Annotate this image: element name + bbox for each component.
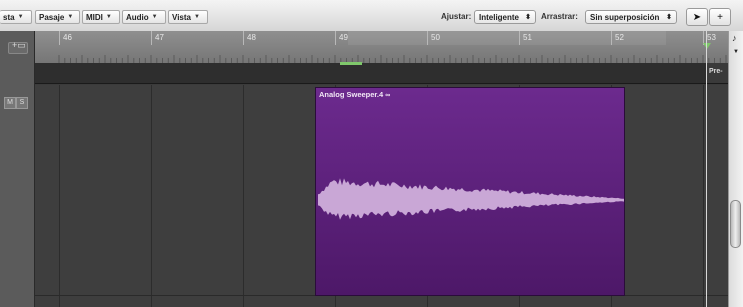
drag-value: Sin superposición	[590, 12, 660, 22]
updown-icon: ⬍	[525, 14, 531, 21]
pointer-tool-button[interactable]: ➤	[686, 8, 708, 26]
chevron-down-icon: ▼	[17, 14, 24, 20]
menu-view-label: Vista	[172, 12, 191, 22]
track-header-strip: +▭ M S	[0, 31, 35, 307]
menu-edit-label: sta	[3, 12, 15, 22]
menu-region[interactable]: Pasaje ▼	[35, 10, 80, 24]
menu-audio-label: Audio	[126, 12, 149, 22]
chevron-down-icon[interactable]: ▼	[733, 49, 739, 55]
drag-label: Arrastrar:	[541, 12, 578, 21]
add-track-button[interactable]: +▭	[8, 40, 28, 54]
snap-label: Ajustar:	[441, 12, 472, 21]
vertical-scrollbar[interactable]: ♪ ▼	[728, 31, 743, 307]
chevron-down-icon: ▼	[151, 14, 158, 20]
updown-icon: ⬍	[666, 14, 672, 21]
snap-select[interactable]: Inteligente ⬍	[474, 10, 536, 24]
scrollbar-thumb[interactable]	[730, 200, 741, 248]
bar-number: 49	[339, 33, 348, 42]
bar-number: 47	[155, 33, 164, 42]
marker-lane[interactable]	[35, 62, 728, 84]
mute-button[interactable]: M	[4, 97, 16, 109]
pointer-icon: ➤	[692, 11, 702, 23]
bar-ruler[interactable]: 46 47 48 49 50 51 52 53	[35, 31, 728, 63]
audio-region[interactable]: Analog Sweeper.4 ∞	[315, 87, 625, 296]
bar-number: 51	[523, 33, 532, 42]
plus-icon: +	[717, 11, 723, 23]
snap-value: Inteligente	[479, 12, 520, 22]
drag-select[interactable]: Sin superposición ⬍	[585, 10, 677, 24]
waveform	[318, 178, 624, 220]
menu-region-label: Pasaje	[39, 12, 65, 22]
loop-icon: ∞	[385, 92, 391, 99]
chevron-down-icon: ▼	[105, 14, 112, 20]
menu-audio[interactable]: Audio ▼	[122, 10, 166, 24]
cycle-locator[interactable]	[340, 62, 362, 65]
chevron-down-icon: ▼	[193, 14, 200, 20]
bar-number: 46	[63, 33, 72, 42]
playhead-marker-icon[interactable]	[703, 43, 711, 49]
menu-midi-label: MIDI	[86, 12, 103, 22]
menu-midi[interactable]: MIDI ▼	[82, 10, 120, 24]
note-icon: ♪	[732, 33, 737, 43]
menu-edit[interactable]: sta ▼	[0, 10, 32, 24]
ruler-ticks	[58, 55, 727, 63]
add-track-icon: +▭	[12, 40, 26, 50]
region-name: Analog Sweeper.4	[319, 90, 384, 99]
bar-number: 50	[431, 33, 440, 42]
pre-label-box: Pre-	[706, 63, 728, 83]
chevron-down-icon: ▼	[67, 14, 74, 20]
pencil-tool-button[interactable]: +	[709, 8, 731, 26]
toolbar: sta ▼ Pasaje ▼ MIDI ▼ Audio ▼ Vista ▼ Aj…	[0, 0, 743, 32]
menu-view[interactable]: Vista ▼	[168, 10, 208, 24]
pre-label: Pre-	[709, 68, 723, 75]
solo-button[interactable]: S	[16, 97, 28, 109]
playhead[interactable]	[706, 31, 707, 307]
bar-number: 52	[615, 33, 624, 42]
bar-number: 53	[707, 33, 716, 42]
bar-number: 48	[247, 33, 256, 42]
